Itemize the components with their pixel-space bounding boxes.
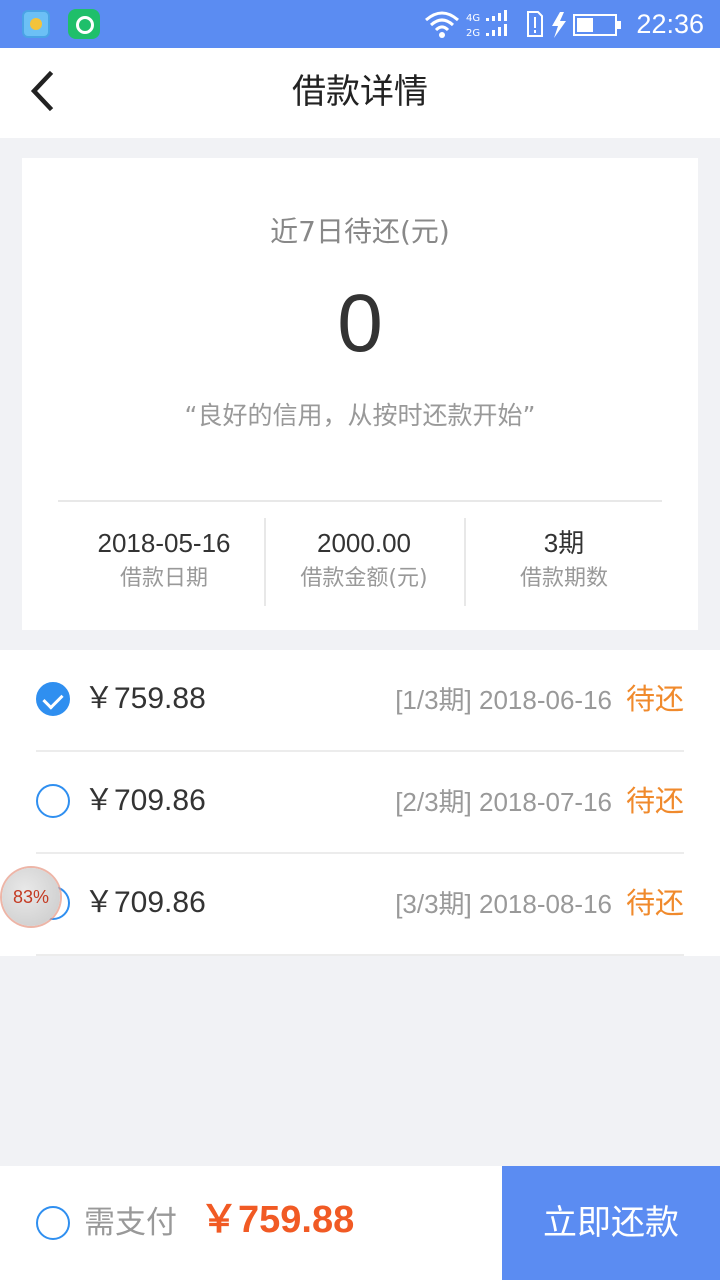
app-icon <box>22 10 50 38</box>
installment-row-3[interactable]: ￥709.86 [3/3期] 2018-08-16 待还 <box>0 854 720 956</box>
network-2g-label: 2G <box>466 28 480 39</box>
floating-speed-badge[interactable]: 83% <box>2 868 60 926</box>
loan-date-value: 2018-05-16 <box>97 528 231 558</box>
charging-icon <box>552 12 566 38</box>
installment-1-amount: ￥759.88 <box>84 682 206 715</box>
installment-3-period: [3/3期] 2018-08-16 <box>395 889 612 919</box>
loan-date-label: 借款日期 <box>119 566 208 591</box>
credit-slogan: “良好的信用，从按时还款开始” <box>184 401 536 430</box>
installment-row-2[interactable]: ￥709.86 [2/3期] 2018-07-16 待还 <box>0 752 720 854</box>
installment-3-status: 待还 <box>625 886 684 920</box>
loan-term-stat: 3期 借款期数 <box>464 518 664 606</box>
loan-term-label: 借款期数 <box>519 566 608 591</box>
loan-stats: 2018-05-16 借款日期 2000.00 借款金额(元) 3期 借款期数 <box>64 518 664 606</box>
installment-row-1[interactable]: ￥759.88 [1/3期] 2018-06-16 待还 <box>0 650 720 752</box>
loan-term-value: 3期 <box>543 528 585 558</box>
installment-2-period: [2/3期] 2018-07-16 <box>395 787 612 817</box>
installment-2-status: 待还 <box>625 784 684 818</box>
due-7-days-label: 近7日待还(元) <box>270 215 450 248</box>
battery-icon <box>573 14 621 36</box>
page-title: 借款详情 <box>292 72 428 112</box>
loan-amount-value: 2000.00 <box>317 528 411 558</box>
installment-1-period: [1/3期] 2018-06-16 <box>395 685 612 715</box>
loan-amount-stat: 2000.00 借款金额(元) <box>264 518 464 606</box>
status-bar: 4G 2G 22:36 <box>0 0 720 48</box>
clock: 22:36 <box>636 9 704 39</box>
bottom-pay-bar: 需支付 ￥759.88 立即还款 <box>0 1166 720 1280</box>
installment-1-checkbox[interactable] <box>36 682 70 716</box>
repay-now-button[interactable]: 立即还款 <box>502 1166 720 1280</box>
loan-amount-label: 借款金额(元) <box>300 566 428 591</box>
network-4g-label: 4G <box>466 13 480 24</box>
installment-3-amount: ￥709.86 <box>84 886 206 919</box>
installment-1-status: 待还 <box>625 682 684 716</box>
wifi-icon <box>425 11 459 32</box>
summary-card: 近7日待还(元) 0 “良好的信用，从按时还款开始” 2018-05-16 借款… <box>22 158 698 630</box>
signal-icon <box>486 10 507 36</box>
nav-header: 借款详情 <box>0 48 720 138</box>
sim-alert-icon <box>527 11 543 37</box>
support-app-icon <box>68 9 100 39</box>
divider <box>58 500 662 502</box>
loan-date-stat: 2018-05-16 借款日期 <box>64 518 264 606</box>
installment-list: ￥759.88 [1/3期] 2018-06-16 待还 ￥709.86 [2/… <box>0 650 720 956</box>
need-pay-label: 需支付 <box>84 1205 177 1241</box>
pay-total-amount: ￥759.88 <box>200 1199 355 1241</box>
due-7-days-amount: 0 <box>337 278 383 369</box>
select-all-checkbox[interactable] <box>36 1206 70 1240</box>
status-icons: 4G 2G <box>425 10 621 39</box>
installment-2-checkbox[interactable] <box>36 784 70 818</box>
installment-2-amount: ￥709.86 <box>84 784 206 817</box>
divider <box>36 954 684 956</box>
